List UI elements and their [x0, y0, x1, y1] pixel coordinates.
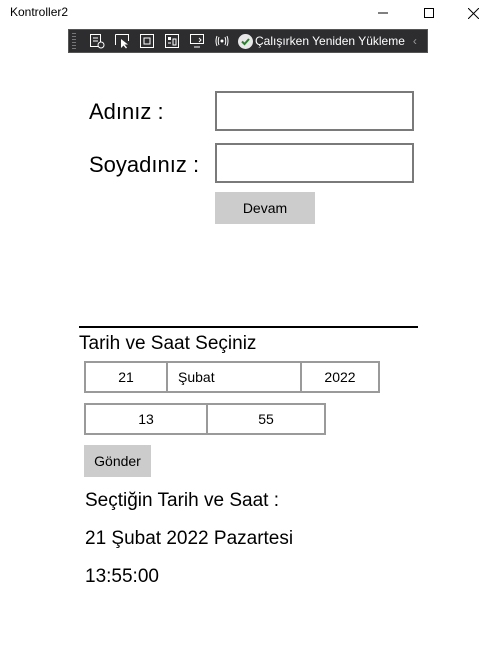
submit-button[interactable]: Gönder — [84, 445, 151, 477]
chevron-left-icon[interactable]: ‹ — [413, 34, 417, 48]
xaml-debug-toolbar: Çalışırken Yeniden Yükleme ‹ — [68, 29, 428, 53]
surname-label: Soyadınız : — [89, 152, 200, 177]
name-label: Adınız : — [89, 99, 164, 124]
hot-reload-label: Çalışırken Yeniden Yükleme — [255, 34, 405, 48]
maximize-icon — [424, 8, 434, 18]
date-picker[interactable]: 21 Şubat 2022 — [84, 361, 380, 393]
preview-selection-icon[interactable] — [189, 33, 205, 49]
surname-input[interactable] — [215, 143, 414, 183]
result-time: 13:55:00 — [85, 566, 159, 587]
date-month[interactable]: Şubat — [166, 363, 300, 391]
continue-button[interactable]: Devam — [215, 192, 315, 224]
datetime-header: Tarih ve Saat Seçiniz — [79, 333, 257, 354]
title-bar: Kontroller2 — [0, 0, 496, 26]
check-circle-icon — [238, 33, 253, 49]
section-divider — [79, 326, 418, 328]
result-caption: Seçtiğin Tarih ve Saat : — [85, 490, 279, 511]
date-day[interactable]: 21 — [86, 363, 166, 391]
name-input[interactable] — [215, 91, 414, 131]
toolbar-grip-icon[interactable] — [72, 33, 80, 49]
close-button[interactable] — [450, 0, 496, 26]
time-hour[interactable]: 13 — [86, 405, 206, 433]
result-date: 21 Şubat 2022 Pazartesi — [85, 528, 294, 549]
time-picker[interactable]: 13 55 — [84, 403, 326, 435]
hot-reload-button[interactable]: Çalışırken Yeniden Yükleme — [238, 33, 405, 49]
select-element-icon[interactable] — [114, 33, 130, 49]
track-focus-icon[interactable] — [164, 33, 180, 49]
maximize-button[interactable] — [406, 0, 452, 26]
xaml-binding-failures-icon[interactable] — [214, 33, 230, 49]
minimize-icon — [378, 12, 388, 14]
minimize-button[interactable] — [360, 0, 406, 26]
window-title: Kontroller2 — [10, 5, 69, 19]
time-minute[interactable]: 55 — [206, 405, 324, 433]
live-visual-tree-icon[interactable] — [89, 33, 105, 49]
close-icon — [467, 7, 479, 19]
date-year[interactable]: 2022 — [300, 363, 378, 391]
display-layout-adorners-icon[interactable] — [139, 33, 155, 49]
